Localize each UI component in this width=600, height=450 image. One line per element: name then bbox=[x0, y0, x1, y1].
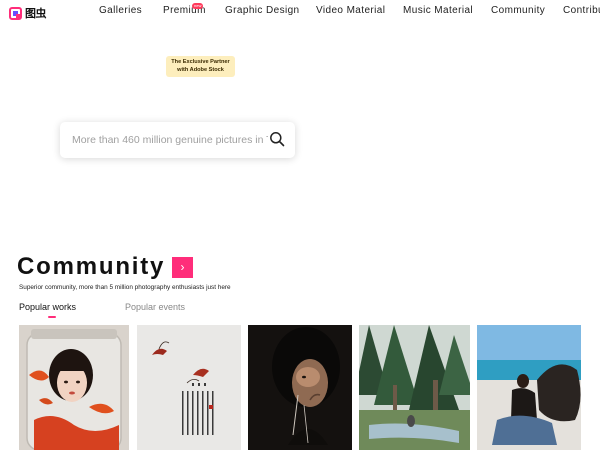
community-subtitle: Superior community, more than 5 million … bbox=[19, 284, 231, 291]
adobe-partner-badge: The Exclusive Partner with Adobe Stock bbox=[166, 56, 235, 77]
photo-card-2[interactable] bbox=[137, 325, 241, 450]
search-box bbox=[60, 122, 295, 158]
active-tab-indicator bbox=[48, 316, 56, 318]
search-input[interactable] bbox=[72, 132, 268, 148]
photo-card-3[interactable] bbox=[248, 325, 352, 450]
tab-popular-works[interactable]: Popular works bbox=[19, 302, 76, 312]
search-icon[interactable] bbox=[269, 131, 285, 147]
nav-item-music-material[interactable]: Music Material bbox=[403, 5, 473, 16]
photo-card-4[interactable] bbox=[359, 325, 470, 450]
nav-item-graphic-design[interactable]: Graphic Design bbox=[225, 5, 300, 16]
photo-card-5[interactable] bbox=[477, 325, 581, 450]
community-more-button[interactable]: › bbox=[172, 257, 193, 278]
nav-item-video-material[interactable]: Video Material bbox=[316, 5, 385, 16]
nav-item-contribute[interactable]: Contribu bbox=[563, 5, 600, 16]
new-badge: new bbox=[192, 3, 204, 9]
partner-line-1: The Exclusive Partner bbox=[171, 59, 230, 65]
nav-item-community[interactable]: Community bbox=[491, 5, 545, 16]
tab-popular-events[interactable]: Popular events bbox=[125, 302, 185, 312]
partner-line-2: with Adobe Stock bbox=[177, 66, 224, 73]
top-header: 图虫 Galleries Premium Graphic Design new … bbox=[0, 0, 600, 22]
nav-item-galleries[interactable]: Galleries bbox=[99, 5, 142, 16]
community-title: Community bbox=[17, 253, 166, 280]
main-nav: Galleries Premium Graphic Design new Vid… bbox=[0, 3, 600, 19]
chevron-right-icon: › bbox=[180, 260, 185, 274]
photo-card-1[interactable] bbox=[19, 325, 129, 450]
